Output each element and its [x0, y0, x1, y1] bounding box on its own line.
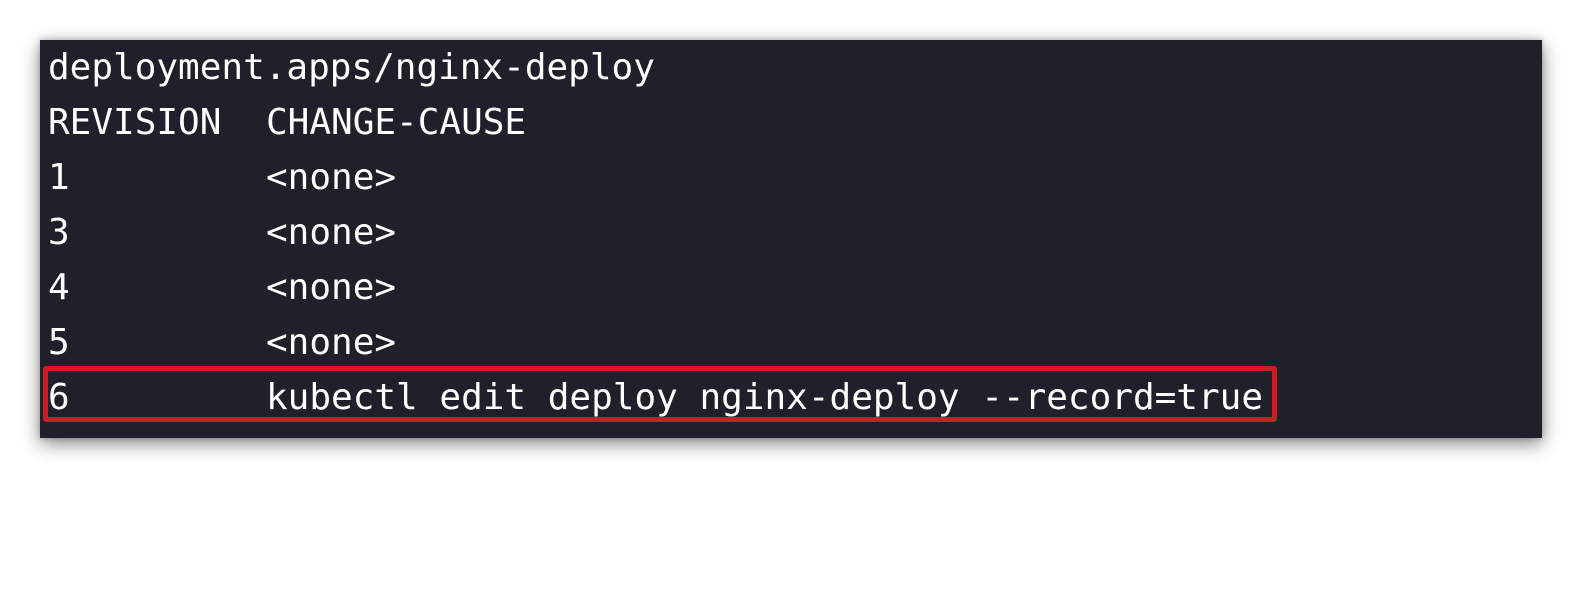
change-cause-cell: <none>	[266, 212, 397, 253]
revision-cell: 1	[48, 157, 70, 198]
revision-cell: 3	[48, 212, 70, 253]
table-row: 5 <none>	[48, 315, 1528, 371]
revision-cell: 4	[48, 267, 70, 308]
revision-cell: 5	[48, 322, 70, 363]
highlight-box	[43, 366, 1277, 422]
table-row: 1 <none>	[48, 150, 1528, 206]
table-row: 4 <none>	[48, 260, 1528, 316]
table-header-row: REVISION CHANGE-CAUSE	[48, 95, 1528, 151]
terminal-window: deployment.apps/nginx-deploy REVISION CH…	[40, 40, 1542, 438]
table-row: 3 <none>	[48, 205, 1528, 261]
deployment-header: deployment.apps/nginx-deploy	[48, 47, 655, 88]
column-header-revision: REVISION	[48, 102, 222, 143]
column-header-change-cause: CHANGE-CAUSE	[266, 102, 527, 143]
change-cause-cell: <none>	[266, 322, 397, 363]
change-cause-cell: <none>	[266, 157, 397, 198]
change-cause-cell: <none>	[266, 267, 397, 308]
